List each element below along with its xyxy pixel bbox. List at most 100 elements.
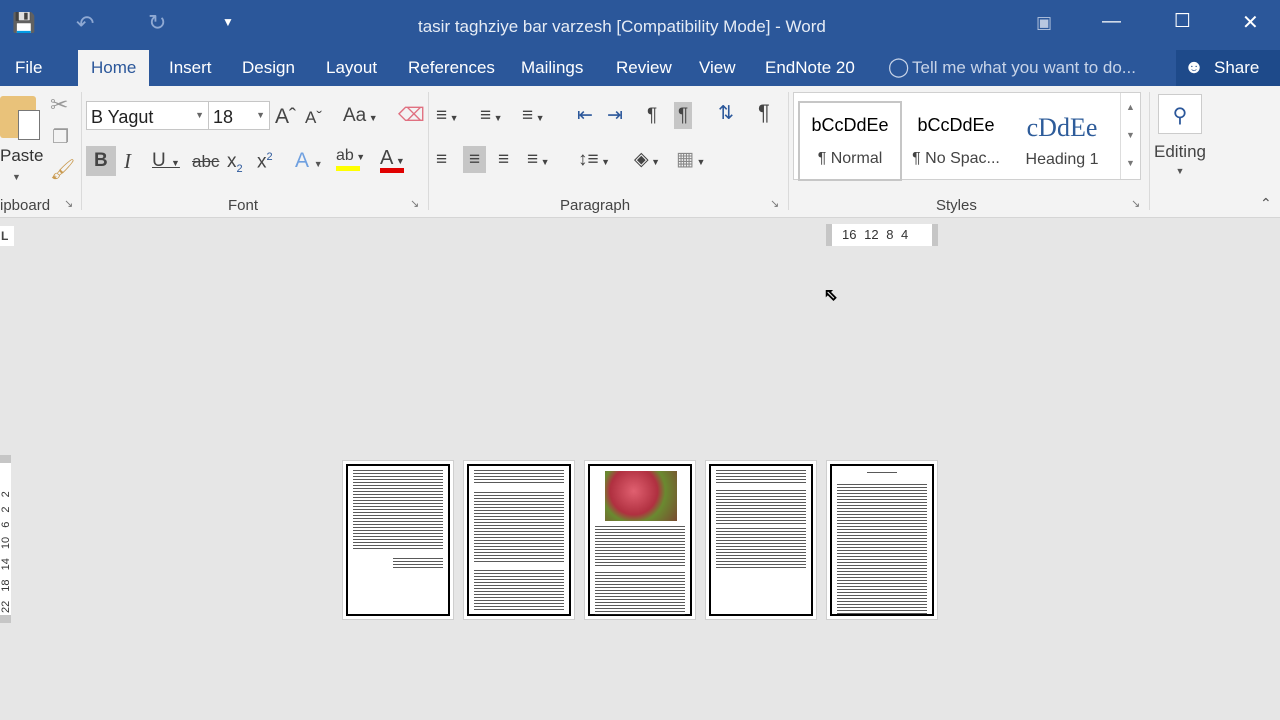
mouse-cursor-icon: ⬁ — [823, 287, 838, 304]
vertical-ruler[interactable]: 22 18 14 10 6 2 2 — [0, 455, 12, 623]
shrink-font-icon[interactable]: Aˇ — [305, 109, 322, 126]
customize-qat-icon[interactable]: ▼ — [222, 16, 234, 28]
style-preview: cDdEe — [1026, 113, 1098, 142]
paste-button[interactable]: Paste ▼ — [0, 96, 44, 186]
line-spacing-icon[interactable]: ↕≡ ▼ — [578, 150, 610, 169]
page-thumbnail-2[interactable] — [463, 460, 575, 620]
change-case-button[interactable]: Aa ▼ — [343, 106, 378, 125]
italic-button[interactable]: I — [124, 151, 131, 172]
align-right-icon[interactable]: ≡ — [498, 150, 509, 169]
tab-layout[interactable]: Layout — [326, 58, 377, 78]
style-name: ¶ Normal — [817, 150, 883, 167]
ruler-tick-label: 18 — [0, 579, 12, 592]
ruler-tick-label: 8 — [886, 227, 894, 242]
clear-formatting-icon[interactable]: ⌫ — [398, 106, 425, 125]
decrease-indent-icon[interactable]: ⇤ — [577, 106, 593, 125]
font-name-value: B Yagut — [91, 107, 154, 127]
grow-font-icon[interactable]: Aˆ — [275, 106, 296, 127]
increase-indent-icon[interactable]: ⇥ — [607, 106, 623, 125]
tab-review[interactable]: Review — [616, 58, 672, 78]
maximize-icon[interactable]: ☐ — [1174, 12, 1191, 31]
style-preview: bCcDdEe — [917, 115, 995, 135]
page-thumbnail-1[interactable] — [342, 460, 454, 620]
tab-endnote[interactable]: EndNote 20 — [765, 58, 855, 78]
lightbulb-icon: ◯ — [888, 57, 910, 78]
format-painter-icon[interactable]: 🖌 — [50, 160, 75, 180]
undo-icon[interactable]: ↶ — [76, 13, 94, 35]
borders-icon[interactable]: ▦ ▼ — [676, 150, 705, 169]
text-effects-button[interactable]: A ▼ — [295, 150, 323, 171]
strikethrough-button[interactable]: abc — [192, 153, 219, 170]
page-thumbnail-5[interactable] — [826, 460, 938, 620]
style-preview: bCcDdEe — [811, 115, 889, 135]
dialog-launcher-icon[interactable]: ↘ — [770, 199, 779, 210]
person-icon: ☻ — [1184, 57, 1204, 78]
styles-scrollbar[interactable]: ▲ ▼ ▼ — [1120, 93, 1140, 179]
ltr-icon[interactable]: ¶ — [647, 106, 657, 125]
style-name: ¶ No Spac... — [912, 150, 1000, 167]
justify-icon[interactable]: ≡ ▼ — [527, 150, 550, 169]
share-label: Share — [1214, 58, 1260, 77]
font-color-button[interactable]: A ▼ — [380, 148, 405, 173]
dialog-launcher-icon[interactable]: ↘ — [64, 199, 73, 210]
page-thumbnail-4[interactable] — [705, 460, 817, 620]
page-thumbnail-3[interactable] — [584, 460, 696, 620]
align-left-icon[interactable]: ≡ — [436, 150, 447, 169]
ribbon-tabs: File Home Insert Design Layout Reference… — [0, 50, 1280, 86]
tab-selector[interactable]: L — [0, 226, 14, 246]
cut-icon[interactable]: ✂ — [50, 94, 68, 116]
ribbon: Paste ▼ ✂ ❐ 🖌 ipboard ↘ B Yagut ▼ 18 ▼ Aˆ … — [0, 86, 1280, 218]
meat-image — [605, 471, 677, 521]
sort-icon[interactable]: ⇅ — [718, 104, 734, 123]
tab-insert[interactable]: Insert — [169, 58, 212, 78]
ruler-tick-label: 22 — [0, 600, 12, 613]
dialog-launcher-icon[interactable]: ↘ — [410, 199, 419, 210]
multilevel-list-button[interactable]: ≡ ▼ — [522, 106, 545, 125]
collapse-ribbon-icon[interactable]: ⌃ — [1260, 196, 1272, 210]
font-size-select[interactable]: 18 ▼ — [208, 101, 270, 130]
highlight-color-button[interactable]: ab ▼ — [336, 148, 365, 171]
underline-button[interactable]: U ▼ — [152, 151, 180, 170]
ruler-tick-label: 6 — [0, 521, 12, 528]
tell-me-input[interactable]: Tell me what you want to do... — [912, 58, 1136, 78]
shading-icon[interactable]: ◈ ▼ — [634, 150, 660, 169]
font-color-swatch — [380, 168, 404, 173]
tab-mailings[interactable]: Mailings — [521, 58, 583, 78]
rtl-icon[interactable]: ¶ — [674, 102, 693, 129]
paste-label: Paste — [0, 146, 44, 165]
horizontal-ruler[interactable]: 16 12 8 4 — [826, 224, 938, 246]
tab-file[interactable]: File — [15, 58, 42, 78]
tab-home[interactable]: Home — [78, 50, 150, 86]
style-normal[interactable]: bCcDdEe ¶ Normal — [798, 101, 902, 181]
bullets-button[interactable]: ≡ ▼ — [436, 106, 459, 125]
style-no-spacing[interactable]: bCcDdEe ¶ No Spac... — [904, 101, 1008, 181]
ruler-tick-label: 16 — [842, 227, 857, 242]
ribbon-display-icon[interactable]: ▣ — [1036, 14, 1052, 31]
font-group-label: Font — [228, 197, 259, 214]
close-icon[interactable]: ✕ — [1242, 13, 1259, 33]
editing-label: Editing — [1154, 142, 1206, 161]
dialog-launcher-icon[interactable]: ↘ — [1131, 199, 1140, 210]
minimize-icon[interactable]: — — [1102, 12, 1121, 31]
window-title: tasir taghziye bar varzesh [Compatibilit… — [418, 17, 826, 36]
style-heading-1[interactable]: cDdEe Heading 1 — [1010, 101, 1114, 181]
subscript-button[interactable]: x2 — [227, 152, 243, 175]
copy-icon[interactable]: ❐ — [52, 128, 69, 147]
paragraph-group-label: Paragraph — [560, 197, 631, 214]
show-formatting-icon[interactable]: ¶ — [758, 102, 770, 124]
align-center-icon[interactable]: ≡ — [463, 146, 487, 173]
font-name-select[interactable]: B Yagut ▼ — [86, 101, 209, 130]
editing-button[interactable]: ⚲ Editing ▼ — [1152, 94, 1208, 184]
save-icon[interactable]: 💾 — [12, 14, 36, 33]
font-size-value: 18 — [213, 107, 234, 127]
numbering-button[interactable]: ≡ ▼ — [480, 106, 503, 125]
share-button[interactable]: ☻ Share — [1176, 50, 1280, 86]
redo-icon[interactable]: ↻ — [148, 12, 166, 34]
ruler-tick-label: 2 — [0, 491, 12, 498]
tab-references[interactable]: References — [408, 58, 495, 78]
tab-view[interactable]: View — [699, 58, 736, 78]
tab-design[interactable]: Design — [242, 58, 295, 78]
bold-button[interactable]: B — [86, 146, 116, 176]
superscript-button[interactable]: x2 — [257, 152, 273, 172]
search-icon: ⚲ — [1158, 94, 1202, 134]
